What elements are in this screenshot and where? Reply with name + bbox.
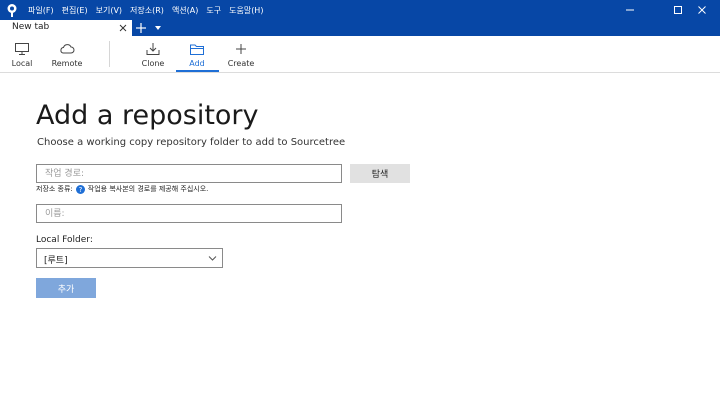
working-path-input[interactable] [36,164,342,183]
create-label: Create [227,59,255,68]
menu-tools[interactable]: 도구 [206,5,221,16]
repository-type-hint: 작업용 복사본의 경로를 제공해 주십시오. [87,185,209,193]
monitor-icon [15,43,29,55]
local-folder-value: [루트] [44,256,68,266]
close-window-button[interactable] [684,0,720,20]
repository-type-label: 저장소 종류: [36,185,73,193]
clone-label: Clone [141,59,165,68]
local-folder-select[interactable]: [루트] [36,248,223,268]
close-icon [698,6,706,14]
remote-button[interactable]: Remote [50,36,84,73]
minimize-button[interactable] [612,0,648,20]
name-input[interactable] [36,204,342,223]
menu-file[interactable]: 파일(F) [28,5,54,16]
plus-icon[interactable] [135,22,147,34]
menu-edit[interactable]: 편집(E) [62,5,88,16]
toolbar-divider [109,41,110,67]
tab-label: New tab [12,22,50,32]
active-tab-indicator [176,70,219,72]
toolbar: Local Remote Clone Add Create [0,36,720,73]
chevron-down-icon[interactable] [154,24,162,32]
local-button[interactable]: Local [8,36,36,73]
tab-new[interactable]: New tab [0,20,132,36]
create-button[interactable]: Create [226,36,256,73]
menu-view[interactable]: 보기(V) [96,5,122,16]
local-folder-label: Local Folder: [36,235,93,245]
sourcetree-logo-icon [7,4,17,17]
page-title: Add a repository [36,100,259,131]
local-label: Local [11,59,33,68]
add-button[interactable]: 추가 [36,278,96,298]
minimize-icon [626,9,634,11]
title-bar: 파일(F) 편집(E) 보기(V) 저장소(R) 액션(A) 도구 도움말(H) [0,0,720,20]
maximize-icon [674,6,682,14]
menu-help[interactable]: 도움말(H) [229,5,263,16]
close-icon[interactable] [118,23,128,33]
browse-button[interactable]: 탐색 [350,164,410,183]
menu-repository[interactable]: 저장소(R) [130,5,164,16]
folder-icon [190,44,204,55]
plus-icon [236,44,246,54]
repository-type-row: 저장소 종류: ? 작업용 복사본의 경로를 제공해 주십시오. [36,184,208,194]
chevron-down-icon [208,256,217,261]
remote-label: Remote [51,59,83,68]
svg-text:?: ? [78,186,82,194]
clone-button[interactable]: Clone [138,36,168,73]
menu-bar: 파일(F) 편집(E) 보기(V) 저장소(R) 액션(A) 도구 도움말(H) [28,0,271,20]
menu-actions[interactable]: 액션(A) [172,5,198,16]
add-tab-button[interactable]: Add [182,36,212,73]
add-label: Add [189,59,205,68]
tab-bar: New tab [0,20,720,36]
page-subtitle: Choose a working copy repository folder … [37,137,346,148]
info-icon: ? [75,184,85,194]
download-icon [146,43,160,55]
cloud-icon [60,44,75,54]
